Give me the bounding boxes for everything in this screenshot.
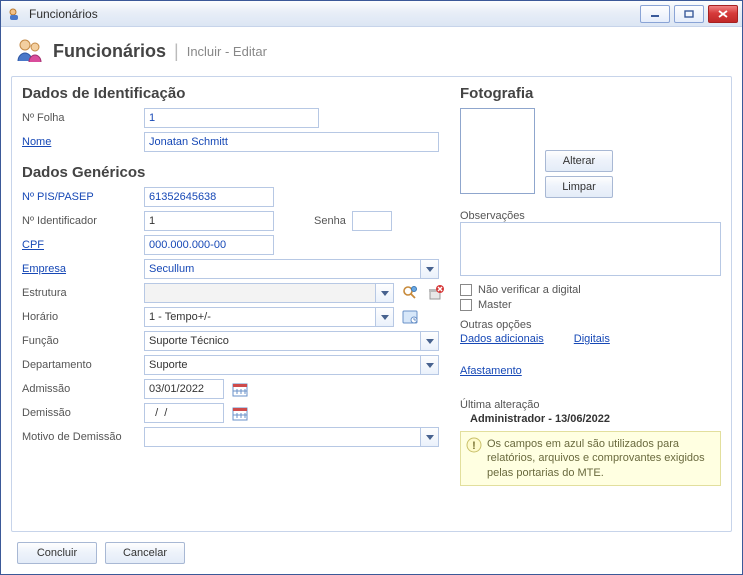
titlebar: Funcionários [1, 1, 742, 27]
chevron-down-icon [426, 363, 434, 368]
label-ultima-alteracao: Última alteração [460, 399, 721, 411]
check-nao-verificar-digital[interactable]: Não verificar a digital [460, 284, 721, 296]
maximize-button[interactable] [674, 5, 704, 23]
chevron-down-icon [381, 315, 389, 320]
label-n-folha: Nº Folha [22, 112, 138, 124]
info-icon: ! [466, 437, 482, 457]
estrutura-search-icon[interactable] [400, 283, 420, 303]
cancelar-button[interactable]: Cancelar [105, 542, 185, 564]
label-cpf[interactable]: CPF [22, 239, 138, 251]
info-box: ! Os campos em azul são utilizados para … [460, 431, 721, 486]
horario-input[interactable] [144, 307, 394, 327]
section-genericos: Dados Genéricos [22, 164, 446, 181]
admissao-input[interactable] [144, 379, 224, 399]
page-title: Funcionários [53, 41, 166, 62]
senha-input[interactable] [352, 211, 392, 231]
label-nao-verificar: Não verificar a digital [478, 284, 581, 296]
estrutura-input[interactable] [144, 283, 394, 303]
label-nome[interactable]: Nome [22, 136, 138, 148]
employee-window: Funcionários Funcionários | Incluir - Ed… [0, 0, 743, 575]
label-pis: Nº PIS/PASEP [22, 191, 138, 203]
label-empresa[interactable]: Empresa [22, 263, 138, 275]
empresa-dropdown-button[interactable] [420, 260, 438, 278]
page-subtitle: Incluir - Editar [187, 44, 267, 59]
chevron-down-icon [426, 435, 434, 440]
link-afastamento[interactable]: Afastamento [460, 365, 522, 377]
label-outras-opcoes: Outras opções [460, 319, 721, 331]
funcao-dropdown-button[interactable] [420, 332, 438, 350]
alterar-photo-button[interactable]: Alterar [545, 150, 613, 172]
nome-input[interactable] [144, 132, 439, 152]
label-funcao: Função [22, 335, 138, 347]
link-digitais[interactable]: Digitais [574, 333, 610, 345]
label-master: Master [478, 299, 512, 311]
identificador-input[interactable] [144, 211, 274, 231]
chevron-down-icon [381, 291, 389, 296]
funcao-input[interactable] [144, 331, 439, 351]
chevron-down-icon [426, 267, 434, 272]
label-demissao: Demissão [22, 407, 138, 419]
n-folha-input[interactable] [144, 108, 319, 128]
main-panel: Dados de Identificação Nº Folha Nome Dad… [11, 76, 732, 532]
cpf-input[interactable] [144, 235, 274, 255]
admissao-calendar-icon[interactable] [230, 379, 250, 399]
window-title: Funcionários [29, 7, 98, 21]
ultima-alteracao-value: Administrador - 13/06/2022 [470, 413, 721, 425]
svg-text:!: ! [472, 440, 476, 452]
title-separator: | [174, 41, 179, 62]
minimize-button[interactable] [640, 5, 670, 23]
section-fotografia: Fotografia [460, 85, 721, 102]
limpar-photo-button[interactable]: Limpar [545, 176, 613, 198]
people-icon [15, 37, 45, 66]
close-button[interactable] [708, 5, 738, 23]
label-identificador: Nº Identificador [22, 215, 138, 227]
label-senha: Senha [314, 215, 346, 227]
label-departamento: Departamento [22, 359, 138, 371]
link-dados-adicionais[interactable]: Dados adicionais [460, 333, 544, 345]
pis-input[interactable] [144, 187, 274, 207]
concluir-button[interactable]: Concluir [17, 542, 97, 564]
label-estrutura: Estrutura [22, 287, 138, 299]
label-horario: Horário [22, 311, 138, 323]
empresa-input[interactable] [144, 259, 439, 279]
horario-options-icon[interactable] [400, 307, 420, 327]
app-icon [7, 6, 23, 22]
page-header: Funcionários | Incluir - Editar [13, 35, 732, 68]
info-text: Os campos em azul são utilizados para re… [487, 438, 705, 479]
estrutura-clear-icon[interactable] [426, 283, 446, 303]
demissao-calendar-icon[interactable] [230, 403, 250, 423]
checkbox-icon [460, 299, 472, 311]
label-observacoes: Observações [460, 210, 721, 222]
label-admissao: Admissão [22, 383, 138, 395]
checkbox-icon [460, 284, 472, 296]
photo-frame [460, 108, 535, 194]
departamento-input[interactable] [144, 355, 439, 375]
observacoes-textarea[interactable] [460, 222, 721, 276]
check-master[interactable]: Master [460, 299, 721, 311]
section-identificacao: Dados de Identificação [22, 85, 446, 102]
label-motivo-demissao: Motivo de Demissão [22, 431, 138, 443]
motivo-demissao-input[interactable] [144, 427, 439, 447]
estrutura-dropdown-button[interactable] [375, 284, 393, 302]
chevron-down-icon [426, 339, 434, 344]
departamento-dropdown-button[interactable] [420, 356, 438, 374]
horario-dropdown-button[interactable] [375, 308, 393, 326]
demissao-input[interactable] [144, 403, 224, 423]
motivo-demissao-dropdown-button[interactable] [420, 428, 438, 446]
